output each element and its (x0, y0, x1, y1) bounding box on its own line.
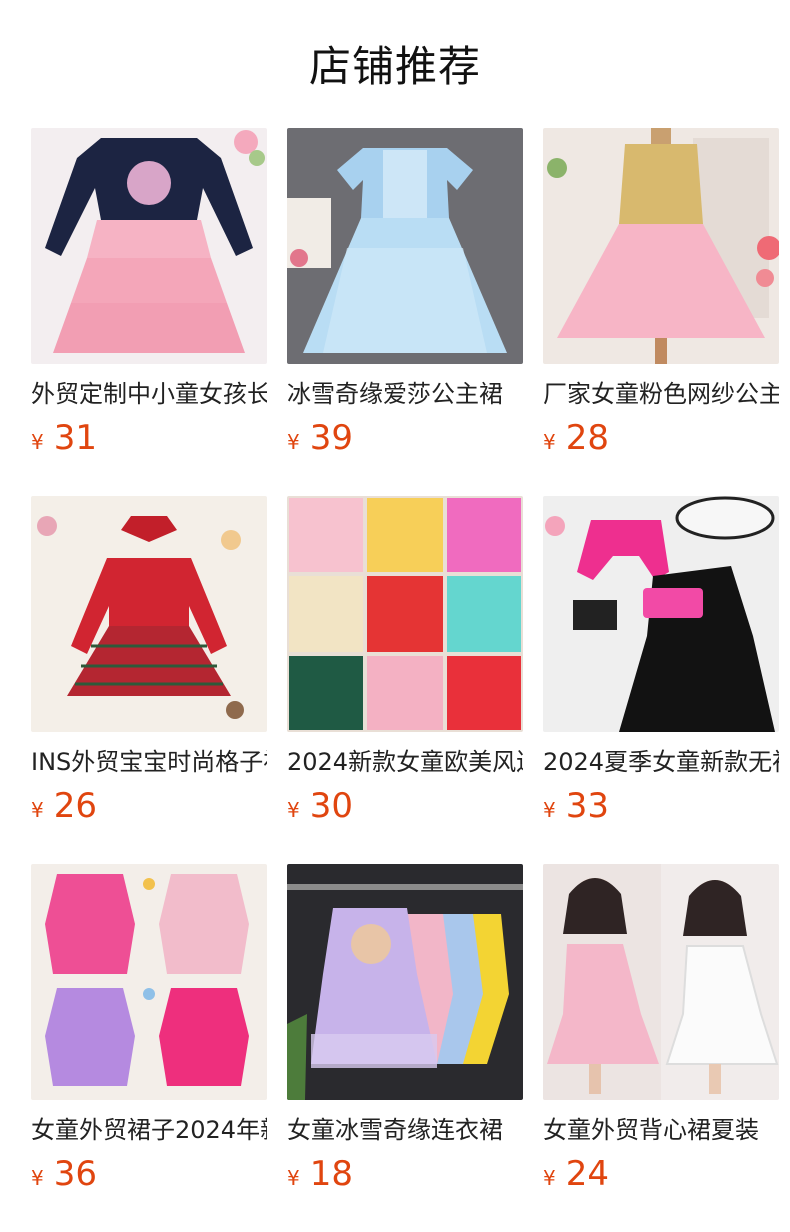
currency-symbol: ¥ (287, 798, 300, 822)
product-card[interactable]: INS外贸宝宝时尚格子裙 ¥ 26 (31, 496, 267, 830)
product-image[interactable] (287, 128, 523, 364)
product-card[interactable]: 2024新款女童欧美风连衣裙 ¥ 30 (287, 496, 523, 830)
product-name[interactable]: INS外贸宝宝时尚格子裙 (31, 746, 267, 778)
price-amount: 31 (53, 418, 97, 458)
price-amount: 28 (565, 418, 609, 458)
price-amount: 26 (53, 786, 97, 826)
currency-symbol: ¥ (543, 798, 556, 822)
currency-symbol: ¥ (31, 1166, 44, 1190)
product-image[interactable] (31, 864, 267, 1100)
section-header: 店铺推荐 (0, 0, 790, 128)
product-name[interactable]: 女童冰雪奇缘连衣裙 (287, 1114, 523, 1146)
currency-symbol: ¥ (31, 798, 44, 822)
page-title: 店铺推荐 (308, 41, 481, 91)
price-amount: 39 (309, 418, 353, 458)
currency-symbol: ¥ (287, 430, 300, 454)
product-card[interactable]: 女童冰雪奇缘连衣裙 ¥ 18 (287, 864, 523, 1198)
currency-symbol: ¥ (543, 1166, 556, 1190)
product-card[interactable]: 女童外贸背心裙夏装 ¥ 24 (543, 864, 779, 1198)
price-amount: 33 (565, 786, 609, 826)
currency-symbol: ¥ (31, 430, 44, 454)
product-name[interactable]: 厂家女童粉色网纱公主裙 (543, 378, 779, 410)
price-amount: 24 (565, 1154, 609, 1194)
product-price: ¥ 33 (543, 786, 779, 830)
price-amount: 30 (309, 786, 353, 826)
product-name[interactable]: 外贸定制中小童女孩长袖连衣裙 (31, 378, 267, 410)
product-price: ¥ 30 (287, 786, 523, 830)
product-price: ¥ 26 (31, 786, 267, 830)
product-grid: 外贸定制中小童女孩长袖连衣裙 ¥ 31 冰雪奇缘爱莎公主裙 ¥ 39 (0, 128, 790, 1232)
product-card[interactable]: 冰雪奇缘爱莎公主裙 ¥ 39 (287, 128, 523, 462)
product-card[interactable]: 女童外贸裙子2024年新款 ¥ 36 (31, 864, 267, 1198)
product-image[interactable] (31, 128, 267, 364)
product-price: ¥ 31 (31, 418, 267, 462)
currency-symbol: ¥ (543, 430, 556, 454)
product-image[interactable] (543, 864, 779, 1100)
product-name[interactable]: 女童外贸裙子2024年新款 (31, 1114, 267, 1146)
currency-symbol: ¥ (287, 1166, 300, 1190)
product-card[interactable]: 2024夏季女童新款无袖套装 ¥ 33 (543, 496, 779, 830)
product-name[interactable]: 冰雪奇缘爱莎公主裙 (287, 378, 523, 410)
price-amount: 36 (53, 1154, 97, 1194)
product-price: ¥ 24 (543, 1154, 779, 1198)
product-image[interactable] (31, 496, 267, 732)
product-price: ¥ 39 (287, 418, 523, 462)
product-image[interactable] (287, 864, 523, 1100)
product-price: ¥ 36 (31, 1154, 267, 1198)
product-image[interactable] (543, 128, 779, 364)
product-name[interactable]: 女童外贸背心裙夏装 (543, 1114, 779, 1146)
product-image[interactable] (543, 496, 779, 732)
product-card[interactable]: 厂家女童粉色网纱公主裙 ¥ 28 (543, 128, 779, 462)
product-price: ¥ 18 (287, 1154, 523, 1198)
product-name[interactable]: 2024夏季女童新款无袖套装 (543, 746, 779, 778)
price-amount: 18 (309, 1154, 353, 1194)
product-price: ¥ 28 (543, 418, 779, 462)
product-image[interactable] (287, 496, 523, 732)
product-name[interactable]: 2024新款女童欧美风连衣裙 (287, 746, 523, 778)
product-card[interactable]: 外贸定制中小童女孩长袖连衣裙 ¥ 31 (31, 128, 267, 462)
